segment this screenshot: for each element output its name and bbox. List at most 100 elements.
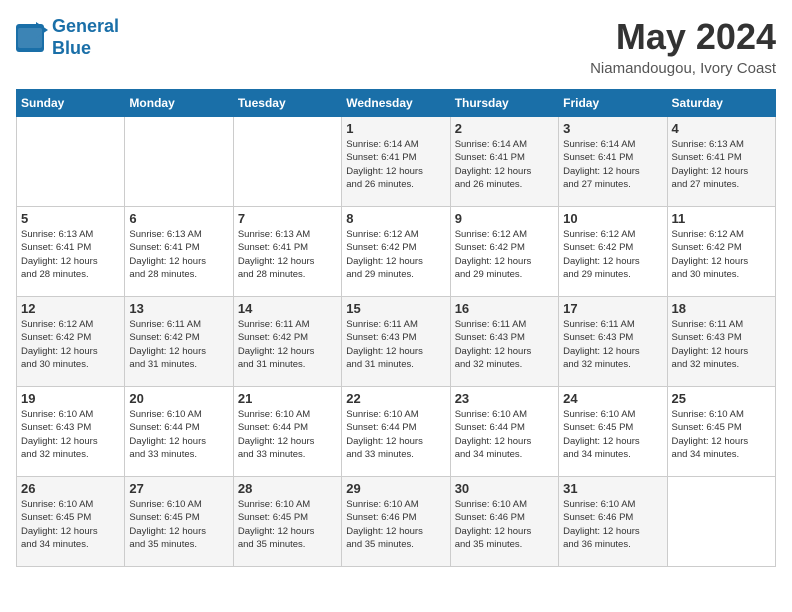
header-monday: Monday	[125, 90, 233, 117]
header-friday: Friday	[559, 90, 667, 117]
day-number: 8	[346, 211, 445, 226]
calendar-cell: 16 Sunrise: 6:11 AM Sunset: 6:43 PM Dayli…	[450, 297, 558, 387]
day-number: 13	[129, 301, 228, 316]
day-info: Sunrise: 6:12 AM Sunset: 6:42 PM Dayligh…	[346, 228, 445, 281]
day-info: Sunrise: 6:13 AM Sunset: 6:41 PM Dayligh…	[21, 228, 120, 281]
day-info: Sunrise: 6:10 AM Sunset: 6:46 PM Dayligh…	[455, 498, 554, 551]
calendar-table: Sunday Monday Tuesday Wednesday Thursday…	[16, 89, 776, 567]
day-number: 18	[672, 301, 771, 316]
calendar-cell: 21 Sunrise: 6:10 AM Sunset: 6:44 PM Dayli…	[233, 387, 341, 477]
week-row-5: 26Sunrise: 6:10 AM Sunset: 6:45 PM Dayli…	[17, 477, 776, 567]
day-number: 1	[346, 121, 445, 136]
day-number: 27	[129, 481, 228, 496]
day-info: Sunrise: 6:14 AM Sunset: 6:41 PM Dayligh…	[346, 138, 445, 191]
day-info: Sunrise: 6:12 AM Sunset: 6:42 PM Dayligh…	[455, 228, 554, 281]
page-header: General Blue May 2024 Niamandougou, Ivor…	[16, 16, 776, 77]
calendar-cell: 9Sunrise: 6:12 AM Sunset: 6:42 PM Daylig…	[450, 207, 558, 297]
title-block: May 2024 Niamandougou, Ivory Coast	[590, 16, 776, 77]
day-number: 12	[21, 301, 120, 316]
day-info: Sunrise: 6:13 AM Sunset: 6:41 PM Dayligh…	[672, 138, 771, 191]
calendar-cell: 29 Sunrise: 6:10 AM Sunset: 6:46 PM Dayli…	[342, 477, 450, 567]
calendar-cell: 19Sunrise: 6:10 AM Sunset: 6:43 PM Dayli…	[17, 387, 125, 477]
day-number: 20	[129, 391, 228, 406]
month-title: May 2024	[590, 16, 776, 58]
calendar-cell: 10 Sunrise: 6:12 AM Sunset: 6:42 PM Dayli…	[559, 207, 667, 297]
day-number: 6	[129, 211, 228, 226]
day-info: Sunrise: 6:12 AM Sunset: 6:42 PM Dayligh…	[672, 228, 771, 281]
day-number: 15	[346, 301, 445, 316]
day-info: Sunrise: 6:11 AM Sunset: 6:42 PM Dayligh…	[129, 318, 228, 371]
day-number: 21	[238, 391, 337, 406]
day-info: Sunrise: 6:10 AM Sunset: 6:45 PM Dayligh…	[563, 408, 662, 461]
day-info: Sunrise: 6:11 AM Sunset: 6:42 PM Dayligh…	[238, 318, 337, 371]
day-number: 3	[563, 121, 662, 136]
day-info: Sunrise: 6:11 AM Sunset: 6:43 PM Dayligh…	[563, 318, 662, 371]
header-tuesday: Tuesday	[233, 90, 341, 117]
day-info: Sunrise: 6:13 AM Sunset: 6:41 PM Dayligh…	[129, 228, 228, 281]
day-info: Sunrise: 6:11 AM Sunset: 6:43 PM Dayligh…	[455, 318, 554, 371]
logo-icon	[16, 20, 48, 56]
day-info: Sunrise: 6:10 AM Sunset: 6:46 PM Dayligh…	[563, 498, 662, 551]
day-info: Sunrise: 6:10 AM Sunset: 6:44 PM Dayligh…	[129, 408, 228, 461]
day-info: Sunrise: 6:12 AM Sunset: 6:42 PM Dayligh…	[563, 228, 662, 281]
calendar-cell: 28 Sunrise: 6:10 AM Sunset: 6:45 PM Dayli…	[233, 477, 341, 567]
calendar-cell: 25 Sunrise: 6:10 AM Sunset: 6:45 PM Dayli…	[667, 387, 775, 477]
calendar-cell: 5 Sunrise: 6:13 AM Sunset: 6:41 PM Daylig…	[17, 207, 125, 297]
calendar-cell: 24 Sunrise: 6:10 AM Sunset: 6:45 PM Dayli…	[559, 387, 667, 477]
calendar-cell: 22 Sunrise: 6:10 AM Sunset: 6:44 PM Dayli…	[342, 387, 450, 477]
calendar-cell	[17, 117, 125, 207]
week-row-2: 5 Sunrise: 6:13 AM Sunset: 6:41 PM Daylig…	[17, 207, 776, 297]
day-number: 10	[563, 211, 662, 226]
day-info: Sunrise: 6:10 AM Sunset: 6:43 PM Dayligh…	[21, 408, 120, 461]
calendar-cell: 20 Sunrise: 6:10 AM Sunset: 6:44 PM Dayli…	[125, 387, 233, 477]
day-info: Sunrise: 6:10 AM Sunset: 6:44 PM Dayligh…	[238, 408, 337, 461]
day-info: Sunrise: 6:11 AM Sunset: 6:43 PM Dayligh…	[346, 318, 445, 371]
day-number: 5	[21, 211, 120, 226]
calendar-header: Sunday Monday Tuesday Wednesday Thursday…	[17, 90, 776, 117]
calendar-cell	[667, 477, 775, 567]
day-number: 7	[238, 211, 337, 226]
week-row-3: 12 Sunrise: 6:12 AM Sunset: 6:42 PM Dayli…	[17, 297, 776, 387]
calendar-cell: 6 Sunrise: 6:13 AM Sunset: 6:41 PM Daylig…	[125, 207, 233, 297]
logo-line1: General	[52, 16, 119, 36]
day-info: Sunrise: 6:10 AM Sunset: 6:44 PM Dayligh…	[346, 408, 445, 461]
calendar-cell: 3Sunrise: 6:14 AM Sunset: 6:41 PM Daylig…	[559, 117, 667, 207]
day-info: Sunrise: 6:10 AM Sunset: 6:45 PM Dayligh…	[238, 498, 337, 551]
calendar-cell: 12 Sunrise: 6:12 AM Sunset: 6:42 PM Dayli…	[17, 297, 125, 387]
day-number: 31	[563, 481, 662, 496]
day-info: Sunrise: 6:13 AM Sunset: 6:41 PM Dayligh…	[238, 228, 337, 281]
day-info: Sunrise: 6:10 AM Sunset: 6:44 PM Dayligh…	[455, 408, 554, 461]
day-info: Sunrise: 6:10 AM Sunset: 6:45 PM Dayligh…	[672, 408, 771, 461]
day-number: 14	[238, 301, 337, 316]
day-info: Sunrise: 6:10 AM Sunset: 6:46 PM Dayligh…	[346, 498, 445, 551]
header-thursday: Thursday	[450, 90, 558, 117]
day-number: 28	[238, 481, 337, 496]
calendar-cell	[125, 117, 233, 207]
day-info: Sunrise: 6:10 AM Sunset: 6:45 PM Dayligh…	[21, 498, 120, 551]
calendar-cell: 13 Sunrise: 6:11 AM Sunset: 6:42 PM Dayli…	[125, 297, 233, 387]
header-sunday: Sunday	[17, 90, 125, 117]
calendar-cell: 8 Sunrise: 6:12 AM Sunset: 6:42 PM Daylig…	[342, 207, 450, 297]
day-info: Sunrise: 6:11 AM Sunset: 6:43 PM Dayligh…	[672, 318, 771, 371]
calendar-cell: 11Sunrise: 6:12 AM Sunset: 6:42 PM Dayli…	[667, 207, 775, 297]
day-number: 24	[563, 391, 662, 406]
day-number: 16	[455, 301, 554, 316]
day-number: 22	[346, 391, 445, 406]
calendar-cell: 27 Sunrise: 6:10 AM Sunset: 6:45 PM Dayli…	[125, 477, 233, 567]
calendar-cell: 15 Sunrise: 6:11 AM Sunset: 6:43 PM Dayli…	[342, 297, 450, 387]
day-info: Sunrise: 6:12 AM Sunset: 6:42 PM Dayligh…	[21, 318, 120, 371]
week-row-1: 1 Sunrise: 6:14 AM Sunset: 6:41 PM Daylig…	[17, 117, 776, 207]
calendar-cell: 4 Sunrise: 6:13 AM Sunset: 6:41 PM Daylig…	[667, 117, 775, 207]
calendar-cell	[233, 117, 341, 207]
day-number: 30	[455, 481, 554, 496]
day-info: Sunrise: 6:14 AM Sunset: 6:41 PM Dayligh…	[455, 138, 554, 191]
day-number: 25	[672, 391, 771, 406]
day-number: 29	[346, 481, 445, 496]
week-row-4: 19Sunrise: 6:10 AM Sunset: 6:43 PM Dayli…	[17, 387, 776, 477]
day-info: Sunrise: 6:10 AM Sunset: 6:45 PM Dayligh…	[129, 498, 228, 551]
day-number: 4	[672, 121, 771, 136]
header-row: Sunday Monday Tuesday Wednesday Thursday…	[17, 90, 776, 117]
day-number: 23	[455, 391, 554, 406]
header-saturday: Saturday	[667, 90, 775, 117]
day-number: 2	[455, 121, 554, 136]
